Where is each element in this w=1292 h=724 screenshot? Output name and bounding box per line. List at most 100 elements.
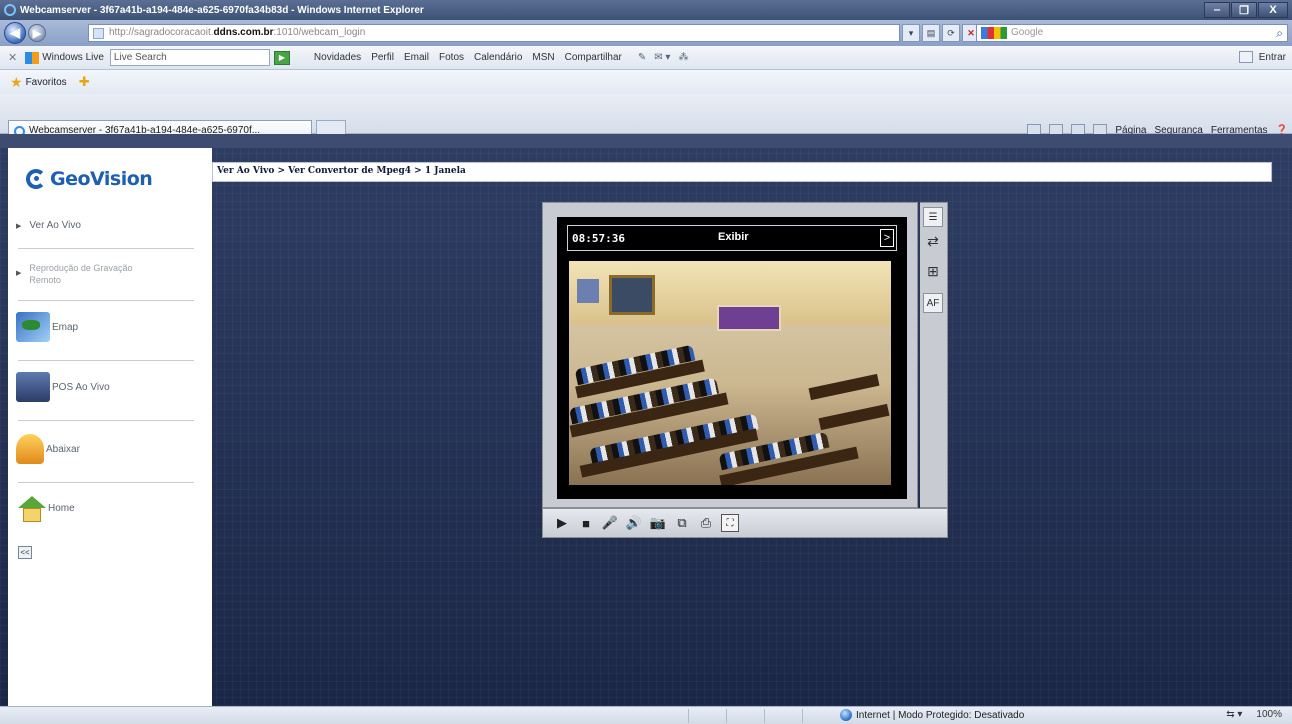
page-icon xyxy=(93,28,104,39)
close-toolbar-icon[interactable]: ✕ xyxy=(8,51,17,64)
chevron-right-icon: ▶ xyxy=(16,270,22,277)
sidebar-item-label: Emap xyxy=(52,321,79,333)
geovision-logo: GeoVision xyxy=(26,168,153,190)
next-camera-button[interactable]: > xyxy=(880,229,894,247)
player-viewport: 08:57:36 Exibir > xyxy=(557,217,907,499)
video-pew xyxy=(808,373,880,401)
sidebar-item-abaixar[interactable]: Abaixar xyxy=(16,434,194,464)
page-top-strip xyxy=(0,134,1292,148)
search-icon[interactable]: ⌕ xyxy=(1276,26,1283,41)
favorites-button[interactable]: Favoritos xyxy=(26,77,67,88)
protected-mode-icon[interactable]: ⇆ ▾ xyxy=(1226,709,1242,720)
print-icon[interactable]: ⎙ xyxy=(697,514,715,532)
player-frame: 08:57:36 Exibir > xyxy=(542,202,918,508)
player-side-toolbar: ☰ ⇄ ⊞ AF xyxy=(920,202,948,508)
favorites-star-icon[interactable]: ★ xyxy=(10,74,23,91)
sidebar-item-label: Ver Ao Vivo xyxy=(29,220,81,231)
play-icon[interactable]: ▶ xyxy=(553,514,571,532)
sidebar-divider xyxy=(18,300,194,301)
link-perfil[interactable]: Perfil xyxy=(371,52,394,63)
sidebar-item-ver-ao-vivo[interactable]: ▶ Ver Ao Vivo xyxy=(16,220,194,231)
compat-view-icon[interactable]: ▤ xyxy=(922,24,940,42)
add-favorite-icon[interactable]: ✚ xyxy=(79,74,99,90)
video-screen-element xyxy=(577,279,599,303)
zone-text: Internet | Modo Protegido: Desativado xyxy=(856,709,1025,721)
sidebar-item-reproducao[interactable]: ▶ Reprodução de Gravação Remoto xyxy=(16,262,146,286)
sidebar-item-label: POS Ao Vivo xyxy=(52,381,110,393)
home-icon xyxy=(16,494,46,522)
addons-icon[interactable]: ⁂ xyxy=(678,52,688,63)
link-novidades[interactable]: Novidades xyxy=(314,52,361,63)
auto-focus-icon[interactable]: AF xyxy=(923,293,943,313)
status-cell xyxy=(764,709,800,723)
stop-icon[interactable]: ■ xyxy=(577,514,595,532)
zoom-level[interactable]: 100% xyxy=(1256,709,1282,720)
player-controls: ▶ ■ 🎤 🔊 📷 ⧉ ⎙ ⛶ xyxy=(542,508,948,538)
menu-list-icon[interactable]: ☰ xyxy=(923,207,943,227)
security-zone[interactable]: Internet | Modo Protegido: Desativado xyxy=(840,709,1024,721)
url-field[interactable]: http://sagradocoracaoit.ddns.com.br:1010… xyxy=(88,24,900,42)
collapse-sidebar-button[interactable]: << xyxy=(18,546,32,559)
camera-select-icon[interactable]: ⇄ xyxy=(923,231,943,251)
sidebar-item-pos-ao-vivo[interactable]: POS Ao Vivo xyxy=(16,372,194,402)
mail-icon[interactable]: ✉ ▾ xyxy=(654,52,670,63)
status-cell xyxy=(726,709,762,723)
maximize-button[interactable]: ❐ xyxy=(1231,2,1257,18)
signin-area: Entrar xyxy=(1238,51,1286,63)
link-compartilhar[interactable]: Compartilhar xyxy=(565,52,622,63)
url-prefix: http://sagradocoracaoit. xyxy=(109,27,214,38)
video-pew xyxy=(818,403,890,431)
signin-icon[interactable] xyxy=(1238,51,1253,63)
ptz-icon[interactable]: ⊞ xyxy=(923,261,943,281)
close-button[interactable]: X xyxy=(1258,2,1288,18)
status-cell xyxy=(688,709,724,723)
video-window-element xyxy=(609,275,655,315)
live-search-input[interactable]: Live Search xyxy=(109,49,270,66)
snapshot-icon[interactable]: 📷 xyxy=(649,514,667,532)
sidebar-item-home[interactable]: Home xyxy=(16,494,194,522)
sidebar-item-label: Home xyxy=(48,502,75,514)
ie-logo-icon xyxy=(4,4,16,16)
speaker-icon[interactable]: 🔊 xyxy=(625,514,643,532)
edit-icon[interactable]: ✎ xyxy=(638,52,646,63)
fullscreen-icon[interactable]: ⛶ xyxy=(721,514,739,532)
sidebar: GeoVision ▶ Ver Ao Vivo ▶ Reprodução de … xyxy=(8,148,212,706)
sidebar-item-emap[interactable]: Emap xyxy=(16,312,194,342)
link-msn[interactable]: MSN xyxy=(532,52,554,63)
dropdown-icon[interactable]: ▾ xyxy=(902,24,920,42)
signin-link[interactable]: Entrar xyxy=(1259,52,1286,63)
video-altar-element xyxy=(717,305,781,331)
status-cell xyxy=(802,709,838,723)
sidebar-divider xyxy=(18,360,194,361)
window-title: Webcamserver - 3f67a41b-a194-484e-a625-6… xyxy=(20,4,424,16)
internet-globe-icon xyxy=(840,709,852,721)
record-icon[interactable]: ⧉ xyxy=(673,514,691,532)
window-titlebar: Webcamserver - 3f67a41b-a194-484e-a625-6… xyxy=(0,0,1292,20)
minimize-button[interactable]: ‒ xyxy=(1204,2,1230,18)
live-links: Novidades Perfil Email Fotos Calendário … xyxy=(314,52,622,63)
view-label[interactable]: Exibir xyxy=(718,231,749,243)
brand-name: GeoVision xyxy=(50,168,153,190)
url-suffix: :1010/webcam_login xyxy=(273,27,366,38)
pos-icon xyxy=(16,372,50,402)
camera-video-feed[interactable] xyxy=(569,261,891,485)
back-button[interactable]: ◀ xyxy=(4,22,26,44)
emap-icon xyxy=(16,312,50,342)
tab-bar: Webcamserver - 3f67a41b-a194-484e-a625-6… xyxy=(0,94,1292,142)
windows-live-brand[interactable]: Windows Live xyxy=(42,52,104,63)
windows-live-toolbar: ✕ Windows Live Live Search ▶ Novidades P… xyxy=(0,46,1292,70)
forward-button[interactable]: ▶ xyxy=(28,24,46,42)
address-bar: ◀ ▶ http://sagradocoracaoit.ddns.com.br:… xyxy=(0,20,1292,46)
sidebar-divider xyxy=(18,420,194,421)
link-fotos[interactable]: Fotos xyxy=(439,52,464,63)
search-input[interactable]: Google ⌕ xyxy=(976,24,1288,42)
microphone-icon[interactable]: 🎤 xyxy=(601,514,619,532)
download-icon xyxy=(16,434,44,464)
sidebar-item-label: Abaixar xyxy=(46,443,80,455)
link-email[interactable]: Email xyxy=(404,52,429,63)
refresh-icon[interactable]: ⟳ xyxy=(942,24,960,42)
live-search-go-icon[interactable]: ▶ xyxy=(273,50,290,65)
url-domain: ddns.com.br xyxy=(213,27,274,38)
link-calendario[interactable]: Calendário xyxy=(474,52,522,63)
status-cells xyxy=(688,709,838,723)
